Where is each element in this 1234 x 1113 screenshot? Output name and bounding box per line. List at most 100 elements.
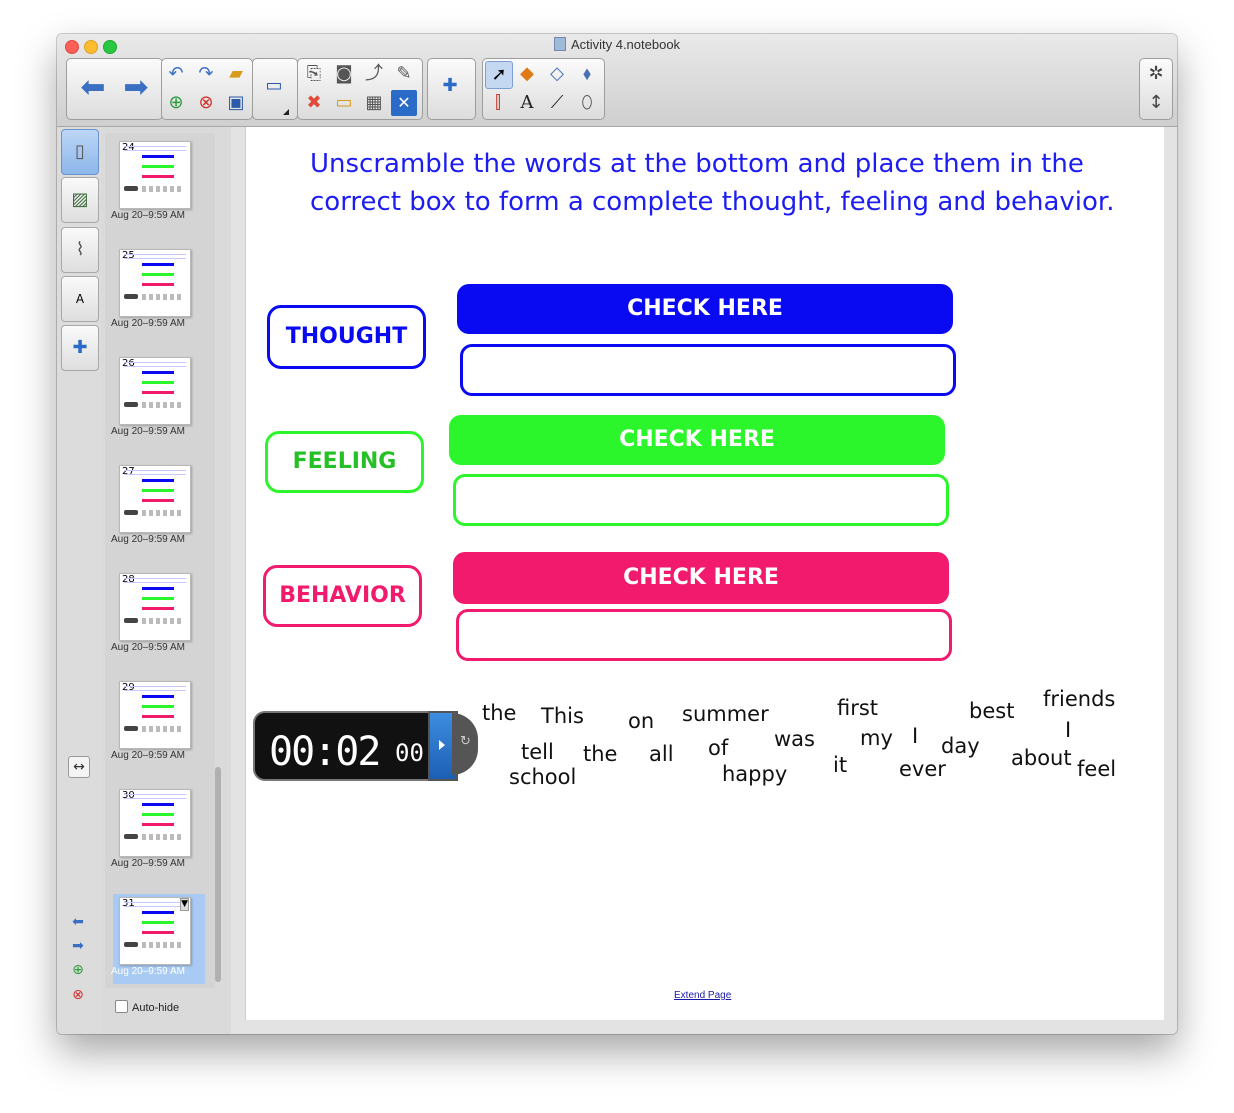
page-thumbnail[interactable]: 25 bbox=[119, 249, 191, 317]
instruction-text: Unscramble the words at the bottom and p… bbox=[310, 149, 1115, 217]
word-tile[interactable]: on bbox=[628, 709, 654, 733]
thought-label[interactable]: THOUGHT bbox=[267, 305, 426, 369]
page-thumbnail[interactable]: 28 bbox=[119, 573, 191, 641]
word-tile[interactable]: it bbox=[833, 753, 847, 777]
paste-icon[interactable]: ⎘ bbox=[301, 61, 327, 87]
add-page-side-icon[interactable]: ⊕ bbox=[68, 960, 88, 980]
feeling-check-button[interactable]: CHECK HERE bbox=[449, 415, 945, 465]
word-tile[interactable]: friends bbox=[1043, 687, 1115, 711]
word-tile[interactable]: the bbox=[583, 742, 617, 766]
pens-icon[interactable]: ⫿ bbox=[485, 90, 511, 116]
undo-icon[interactable]: ↶ bbox=[163, 61, 189, 87]
page-number: 25 bbox=[122, 250, 135, 261]
gear-icon[interactable]: ✲ bbox=[1143, 61, 1169, 87]
select-cursor-icon[interactable]: ➚ bbox=[485, 61, 513, 89]
page-thumbnail[interactable]: 27 bbox=[119, 465, 191, 533]
word-tile[interactable]: of bbox=[708, 736, 728, 760]
screen-shade-icon[interactable]: ⤴ bbox=[361, 61, 387, 87]
page-number: 24 bbox=[122, 142, 135, 153]
word-tile[interactable]: I bbox=[912, 724, 918, 748]
page-number: 28 bbox=[122, 574, 135, 585]
delete-page-icon[interactable]: ⊗ bbox=[193, 90, 219, 116]
eraser2-icon[interactable]: ⬯ bbox=[574, 90, 600, 116]
word-tile[interactable]: I bbox=[1065, 718, 1071, 742]
page-number: 31 bbox=[122, 898, 135, 909]
extend-page-link[interactable]: Extend Page bbox=[674, 990, 731, 1001]
word-tile[interactable]: summer bbox=[682, 702, 769, 726]
line-icon[interactable]: ⟋ bbox=[544, 90, 570, 116]
page-timestamp: Aug 20–9:59 AM bbox=[111, 858, 185, 869]
prev-page-icon[interactable]: ⬅ bbox=[68, 912, 88, 932]
page-timestamp: Aug 20–9:59 AM bbox=[111, 966, 185, 977]
page-timestamp: Aug 20–9:59 AM bbox=[111, 534, 185, 545]
properties-icon[interactable]: A bbox=[61, 276, 99, 322]
word-tile[interactable]: my bbox=[860, 726, 893, 750]
checkbox-icon[interactable] bbox=[115, 1000, 128, 1013]
word-tile[interactable]: feel bbox=[1077, 757, 1116, 781]
screen-icon[interactable]: ▭ bbox=[261, 73, 287, 99]
timer-reset-button[interactable]: ↻ bbox=[452, 713, 478, 775]
behavior-check-button[interactable]: CHECK HERE bbox=[453, 552, 949, 604]
page-thumbnail[interactable]: 26 bbox=[119, 357, 191, 425]
page-thumbnail[interactable]: 30 bbox=[119, 789, 191, 857]
delete-icon[interactable]: ✖ bbox=[301, 90, 327, 116]
word-tile[interactable]: about bbox=[1011, 746, 1072, 770]
addons-icon[interactable]: ✚ bbox=[61, 325, 99, 371]
add-page-icon[interactable]: ⊕ bbox=[163, 90, 189, 116]
move-sidebar-icon[interactable]: ↔ bbox=[68, 756, 90, 778]
attachments-icon[interactable]: ⌇ bbox=[61, 227, 99, 273]
feeling-label[interactable]: FEELING bbox=[265, 431, 424, 493]
text-icon[interactable]: A bbox=[514, 90, 540, 116]
arrow-left-icon[interactable]: ⬅ bbox=[73, 68, 113, 108]
notebook-page[interactable]: Unscramble the words at the bottom and p… bbox=[245, 127, 1164, 1020]
word-tile[interactable]: first bbox=[837, 696, 878, 720]
next-page-icon[interactable]: ➡ bbox=[68, 936, 88, 956]
page-thumbnail[interactable]: 24 bbox=[119, 141, 191, 209]
display-icon[interactable]: ▭ bbox=[331, 90, 357, 116]
page-number: 27 bbox=[122, 466, 135, 477]
auto-hide-checkbox[interactable]: Auto-hide bbox=[115, 1000, 179, 1014]
thought-answer-box[interactable] bbox=[460, 344, 956, 396]
page-number: 26 bbox=[122, 358, 135, 369]
close-box-icon[interactable]: ✕ bbox=[391, 90, 417, 116]
side-tabs: ▯ ▨ ⌇ A ✚ ↔ ⬅ ➡ ⊕ ⊗ bbox=[57, 127, 102, 1034]
puzzle-icon[interactable]: ✚ bbox=[437, 73, 463, 99]
word-tile[interactable]: This bbox=[541, 704, 584, 728]
behavior-answer-box[interactable] bbox=[456, 609, 952, 661]
delete-page-side-icon[interactable]: ⊗ bbox=[68, 985, 88, 1005]
behavior-label[interactable]: BEHAVIOR bbox=[263, 565, 422, 627]
word-tile[interactable]: all bbox=[649, 742, 674, 766]
arrow-right-icon[interactable]: ➡ bbox=[116, 68, 156, 108]
fill-icon[interactable]: ⬧ bbox=[574, 61, 600, 87]
word-tile[interactable]: ever bbox=[899, 757, 946, 781]
word-tile[interactable]: the bbox=[482, 701, 516, 725]
eraser-icon[interactable]: ◇ bbox=[544, 61, 570, 87]
expand-icon[interactable]: ↕ bbox=[1143, 90, 1169, 116]
word-tile[interactable]: tell bbox=[521, 740, 554, 764]
camera-icon[interactable]: ◙ bbox=[331, 61, 357, 87]
redo-icon[interactable]: ↷ bbox=[193, 61, 219, 87]
sorter-scrollbar[interactable] bbox=[215, 767, 221, 982]
word-tile[interactable]: school bbox=[509, 765, 576, 789]
gallery-icon[interactable]: ▨ bbox=[61, 177, 99, 223]
reset-icon: ↻ bbox=[460, 734, 471, 749]
word-tile[interactable]: was bbox=[774, 727, 815, 751]
countdown-timer[interactable]: 00:02 00 ↻ bbox=[253, 711, 479, 781]
word-tile[interactable]: happy bbox=[722, 762, 787, 786]
folder-icon[interactable]: ▰ bbox=[223, 61, 249, 87]
page-sorter-icon[interactable]: ▯ bbox=[61, 129, 99, 175]
table-icon[interactable]: ▦ bbox=[361, 90, 387, 116]
page-number: 29 bbox=[122, 682, 135, 693]
feeling-answer-box[interactable] bbox=[453, 474, 949, 526]
word-tile[interactable]: day bbox=[941, 734, 980, 758]
tools-toolbar-group: ➚ ◆ ◇ ⬧ ⫿ A ⟋ ⬯ bbox=[482, 58, 605, 120]
shapes-icon[interactable]: ◆ bbox=[514, 61, 540, 87]
save-icon[interactable]: ▣ bbox=[223, 90, 249, 116]
page-menu-icon[interactable]: ▼ bbox=[180, 898, 189, 911]
handwriting-icon[interactable]: ✎ bbox=[391, 61, 417, 87]
page-sorter: 24 Aug 20–9:59 AM 25 Aug 20–9:59 AM 26 Aug 20… bbox=[101, 127, 283, 1034]
word-tile[interactable]: best bbox=[969, 699, 1014, 723]
thought-check-button[interactable]: CHECK HERE bbox=[457, 284, 953, 334]
page-thumbnail[interactable]: 29 bbox=[119, 681, 191, 749]
page-thumbnail[interactable]: 31 ▼ bbox=[119, 897, 191, 965]
